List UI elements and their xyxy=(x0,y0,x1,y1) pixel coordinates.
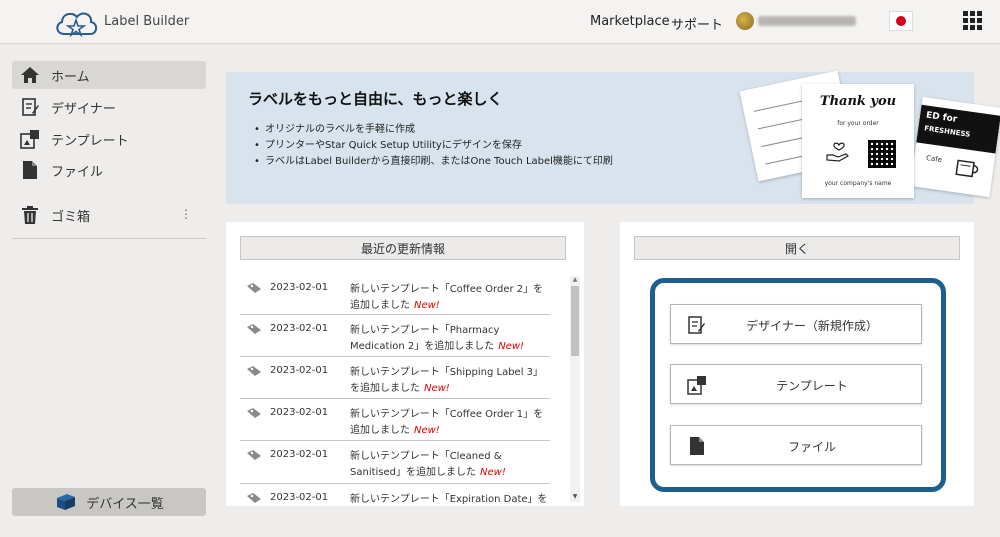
list-item[interactable]: 2023-02-01 新しいテンプレート「Coffee Order 1」を追加し… xyxy=(240,399,550,441)
card-company-name-text: your company's name xyxy=(824,180,892,187)
freshness-banner: ED for FRESHNESS xyxy=(916,104,1000,154)
coffee-cup-icon xyxy=(955,159,979,178)
support-link[interactable]: サポート xyxy=(671,14,723,33)
list-item[interactable]: 2023-02-01 新しいテンプレート「Shipping Label 3」を追… xyxy=(240,357,550,399)
scroll-up-arrow-icon[interactable]: ▲ xyxy=(571,276,579,284)
tag-icon xyxy=(247,408,261,418)
recent-updates-header: 最近の更新情報 xyxy=(240,236,566,260)
sidebar-item-home[interactable]: ホーム xyxy=(12,61,206,89)
card-thank-you-text: Thank you xyxy=(819,94,897,109)
list-item[interactable]: 2023-02-01 新しいテンプレート「Coffee Order 2」を追加し… xyxy=(240,274,550,315)
open-designer-new-button[interactable]: デザイナー（新規作成） xyxy=(670,304,922,344)
file-icon xyxy=(19,159,41,181)
sidebar-item-label: ホーム xyxy=(51,69,90,85)
sidebar-divider xyxy=(12,238,206,239)
tag-icon xyxy=(247,366,261,376)
tag-icon xyxy=(247,493,261,503)
sidebar-item-label: ゴミ箱 xyxy=(51,209,91,225)
banner-title: ラベルをもっと自由に、もっと楽しく xyxy=(248,90,503,108)
list-item[interactable]: 2023-02-01 新しいテンプレート「Expiration Date」を xyxy=(240,484,550,506)
user-email-blurred[interactable] xyxy=(758,16,856,26)
open-template-button[interactable]: テンプレート xyxy=(670,364,922,404)
qr-code-icon xyxy=(868,140,896,168)
list-item[interactable]: 2023-02-01 新しいテンプレート「Pharmacy Medication… xyxy=(240,315,550,357)
printer-icon xyxy=(57,494,76,510)
tag-icon xyxy=(247,450,261,460)
sidebar-item-file[interactable]: ファイル xyxy=(12,156,206,184)
banner-bullet: ラベルはLabel Builderから直接印刷、またはOne Touch Lab… xyxy=(254,154,613,170)
designer-icon xyxy=(19,96,41,118)
tag-icon xyxy=(247,283,261,293)
device-list-button[interactable]: デバイス一覧 xyxy=(12,488,206,516)
sidebar-item-label: テンプレート xyxy=(51,133,129,149)
japan-flag-icon[interactable] xyxy=(889,11,913,31)
tag-icon xyxy=(247,324,261,334)
device-list-label: デバイス一覧 xyxy=(86,496,164,512)
hand-heart-icon xyxy=(826,142,849,162)
open-file-button[interactable]: ファイル xyxy=(670,425,922,465)
brand-name: Label Builder xyxy=(104,14,190,29)
marketplace-link[interactable]: Marketplace xyxy=(590,14,670,29)
home-icon xyxy=(19,64,41,86)
recent-updates-panel: 最近の更新情報 2023-02-01 新しいテンプレート「Coffee Orde… xyxy=(226,222,584,506)
hero-banner: ラベルをもっと自由に、もっと楽しく オリジナルのラベルを手軽に作成 プリンターや… xyxy=(226,70,1000,204)
sample-label-card-freshness: ED for FRESHNESS Cafe xyxy=(910,96,1000,198)
cafe-text: Cafe xyxy=(925,153,943,165)
sidebar-item-label: ファイル xyxy=(51,164,104,180)
sidebar-item-designer[interactable]: デザイナー xyxy=(12,93,206,121)
sidebar-item-trash[interactable]: ゴミ箱 ⋮ xyxy=(12,201,206,229)
app-header: Label Builder Marketplace サポート xyxy=(0,0,1000,44)
cloud-star-logo-icon[interactable] xyxy=(52,7,100,39)
open-panel-header: 開く xyxy=(634,236,960,260)
new-badge: New! xyxy=(498,341,525,352)
banner-bullet: オリジナルのラベルを手軽に作成 xyxy=(254,122,613,138)
banner-feature-list: オリジナルのラベルを手軽に作成 プリンターやStar Quick Setup U… xyxy=(254,122,613,170)
template-icon xyxy=(19,128,41,150)
open-file-label: ファイル xyxy=(787,440,836,454)
sidebar: ホーム デザイナー テンプレート ファイル ゴミ箱 ⋮ xyxy=(0,45,212,537)
trash-icon xyxy=(19,204,41,226)
apps-grid-icon[interactable] xyxy=(963,11,983,31)
new-badge: New! xyxy=(480,467,506,478)
sidebar-item-template[interactable]: テンプレート xyxy=(12,125,206,153)
new-badge: New! xyxy=(414,425,440,436)
sidebar-item-label: デザイナー xyxy=(51,101,116,117)
open-designer-label: デザイナー（新規作成） xyxy=(746,319,878,333)
news-scrollbar-thumb[interactable] xyxy=(571,286,579,356)
new-badge: New! xyxy=(414,300,440,311)
card-for-your-order-text: for your order xyxy=(837,120,879,127)
sample-label-card-thank-you: Thank you for your order your company's … xyxy=(802,84,914,198)
new-badge: New! xyxy=(424,383,450,394)
open-template-label: テンプレート xyxy=(776,379,848,393)
user-avatar[interactable] xyxy=(736,12,754,30)
list-item[interactable]: 2023-02-01 新しいテンプレート「Cleaned & Sanitised… xyxy=(240,441,550,484)
scroll-down-arrow-icon[interactable]: ▼ xyxy=(571,493,579,501)
trash-more-icon[interactable]: ⋮ xyxy=(180,207,192,221)
banner-bullet: プリンターやStar Quick Setup Utilityにデザインを保存 xyxy=(254,138,613,154)
